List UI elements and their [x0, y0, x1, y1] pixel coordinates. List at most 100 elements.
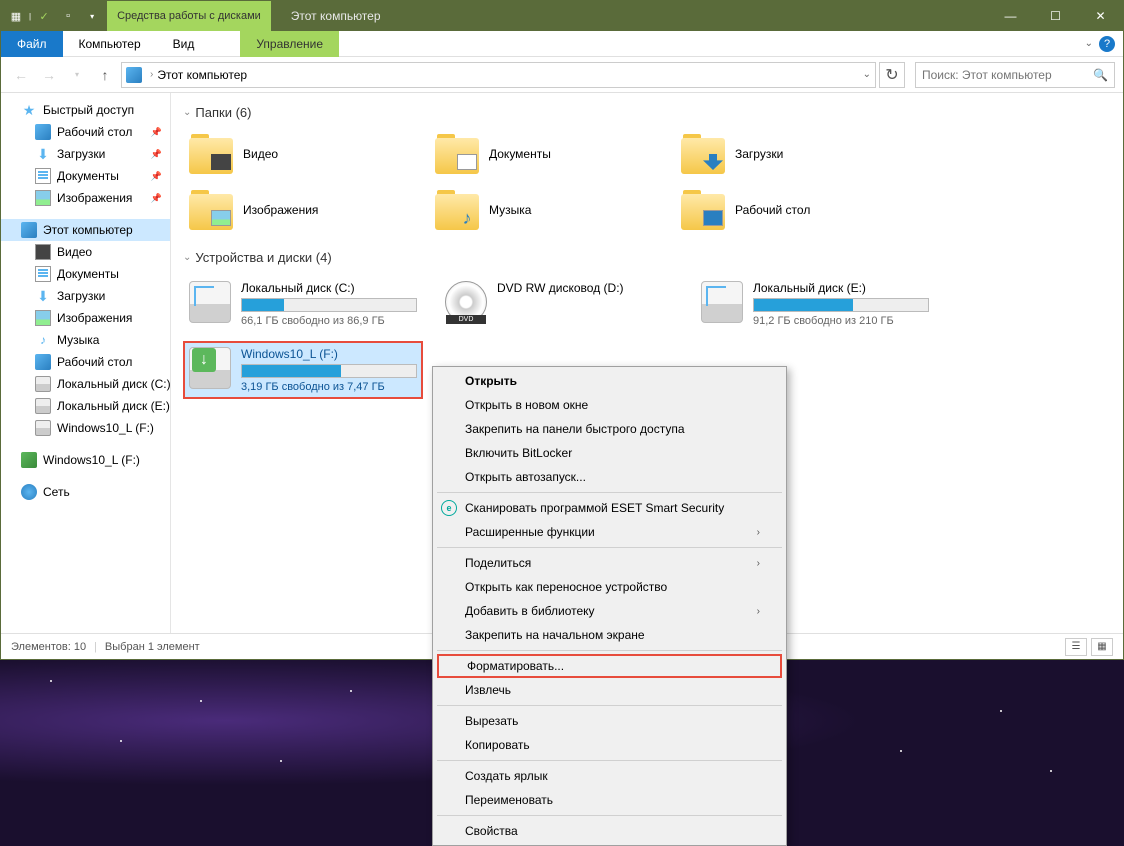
eset-icon: e [441, 500, 457, 516]
drive-icon [35, 420, 51, 436]
separator [437, 760, 782, 761]
usb-icon [21, 452, 37, 468]
ctx-share[interactable]: Поделиться› [435, 551, 784, 575]
ctx-properties[interactable]: Свойства [435, 819, 784, 843]
folder-videos[interactable]: Видео [183, 130, 413, 178]
nav-history-dropdown[interactable]: ▾ [65, 63, 89, 87]
qat-new-icon[interactable]: ▫ [57, 5, 79, 27]
status-item-count: Элементов: 10 [11, 641, 86, 653]
nav-forward-button[interactable]: → [37, 63, 61, 87]
ctx-pin-quick-access[interactable]: Закрепить на панели быстрого доступа [435, 417, 784, 441]
folder-icon [187, 134, 235, 174]
ctx-advanced[interactable]: Расширенные функции› [435, 520, 784, 544]
sidebar-documents-pc[interactable]: Документы [1, 263, 170, 285]
search-input[interactable] [922, 68, 1093, 82]
view-details-button[interactable]: ☰ [1065, 638, 1087, 656]
quick-access-toolbar: ▦ | ✓ ▫ ▾ [1, 5, 107, 27]
ctx-pin-start[interactable]: Закрепить на начальном экране [435, 623, 784, 647]
ctx-open-new-window[interactable]: Открыть в новом окне [435, 393, 784, 417]
download-icon: ⬇ [35, 288, 51, 304]
sidebar-quick-access[interactable]: ★Быстрый доступ [1, 99, 170, 121]
drive-local-c[interactable]: Локальный диск (C:) 66,1 ГБ свободно из … [183, 275, 423, 333]
ctx-cut[interactable]: Вырезать [435, 709, 784, 733]
separator [437, 650, 782, 651]
sidebar-pictures-pc[interactable]: Изображения [1, 307, 170, 329]
ctx-bitlocker[interactable]: Включить BitLocker [435, 441, 784, 465]
ctx-add-library[interactable]: Добавить в библиотеку› [435, 599, 784, 623]
qat-properties-icon[interactable]: ▦ [5, 5, 27, 27]
ctx-portable-device[interactable]: Открыть как переносное устройство [435, 575, 784, 599]
folder-desktop[interactable]: Рабочий стол [675, 186, 905, 234]
ctx-eject[interactable]: Извлечь [435, 678, 784, 702]
ctx-eset-scan[interactable]: eСканировать программой ESET Smart Secur… [435, 496, 784, 520]
folder-music[interactable]: ♪Музыка [429, 186, 659, 234]
context-menu: Открыть Открыть в новом окне Закрепить н… [432, 366, 787, 846]
sidebar-local-c[interactable]: Локальный диск (C:) [1, 373, 170, 395]
nav-up-button[interactable]: ↑ [93, 63, 117, 87]
help-icon[interactable]: ? [1099, 36, 1115, 52]
drive-local-e[interactable]: Локальный диск (E:) 91,2 ГБ свободно из … [695, 275, 935, 333]
ribbon-tab-manage[interactable]: Управление [240, 31, 339, 57]
pin-icon: 📌 [151, 171, 162, 182]
ctx-autoplay[interactable]: Открыть автозапуск... [435, 465, 784, 489]
minimize-button[interactable]: — [988, 1, 1033, 31]
search-icon[interactable]: 🔍 [1093, 68, 1108, 82]
sidebar-local-e[interactable]: Локальный диск (E:) [1, 395, 170, 417]
document-icon [35, 266, 51, 282]
ctx-copy[interactable]: Копировать [435, 733, 784, 757]
dvd-icon [445, 281, 487, 323]
sidebar-downloads-pc[interactable]: ⬇Загрузки [1, 285, 170, 307]
ctx-format[interactable]: Форматировать... [437, 654, 782, 678]
folder-pictures[interactable]: Изображения [183, 186, 413, 234]
sidebar-network[interactable]: Сеть [1, 481, 170, 503]
sidebar-documents[interactable]: Документы📌 [1, 165, 170, 187]
ribbon-tab-file[interactable]: Файл [1, 31, 63, 57]
group-devices[interactable]: ⌄Устройства и диски (4) [183, 250, 1111, 265]
addressbar[interactable]: › Этот компьютер ⌄ [121, 62, 876, 88]
chevron-right-icon: › [757, 558, 760, 569]
pc-icon [21, 222, 37, 238]
sidebar-windows10-f-usb[interactable]: Windows10_L (F:) [1, 449, 170, 471]
refresh-button[interactable]: ↻ [879, 62, 905, 88]
ribbon-tab-view[interactable]: Вид [157, 31, 211, 57]
titlebar[interactable]: ▦ | ✓ ▫ ▾ Средства работы с дисками Этот… [1, 1, 1123, 31]
sidebar-videos[interactable]: Видео [1, 241, 170, 263]
close-button[interactable]: ✕ [1078, 1, 1123, 31]
chevron-right-icon[interactable]: › [150, 69, 153, 80]
sidebar-pictures[interactable]: Изображения📌 [1, 187, 170, 209]
qat-dropdown-icon[interactable]: ▾ [81, 5, 103, 27]
sidebar-windows10-f[interactable]: Windows10_L (F:) [1, 417, 170, 439]
sidebar-desktop-pc[interactable]: Рабочий стол [1, 351, 170, 373]
folder-downloads[interactable]: Загрузки [675, 130, 905, 178]
storage-bar [753, 298, 929, 312]
view-large-button[interactable]: ▦ [1091, 638, 1113, 656]
ribbon-tab-computer[interactable]: Компьютер [63, 31, 157, 57]
addressbar-location[interactable]: Этот компьютер [157, 68, 247, 82]
sidebar-downloads[interactable]: ⬇Загрузки📌 [1, 143, 170, 165]
sidebar-music[interactable]: ♪Музыка [1, 329, 170, 351]
status-selected: Выбран 1 элемент [105, 641, 200, 653]
addressbar-dropdown-icon[interactable]: ⌄ [863, 69, 871, 80]
ribbon-expand-icon[interactable]: ⌄ [1085, 38, 1093, 49]
sidebar-this-pc[interactable]: Этот компьютер [1, 219, 170, 241]
drive-icon [35, 398, 51, 414]
drive-windows10-f[interactable]: Windows10_L (F:) 3,19 ГБ свободно из 7,4… [183, 341, 423, 399]
nav-back-button[interactable]: ← [9, 63, 33, 87]
ctx-open[interactable]: Открыть [435, 369, 784, 393]
navigation-pane: ★Быстрый доступ Рабочий стол📌 ⬇Загрузки📌… [1, 93, 171, 633]
ctx-create-shortcut[interactable]: Создать ярлык [435, 764, 784, 788]
folder-icon [187, 190, 235, 230]
chevron-down-icon: ⌄ [183, 107, 191, 118]
sidebar-desktop[interactable]: Рабочий стол📌 [1, 121, 170, 143]
drive-dvd[interactable]: DVD RW дисковод (D:) [439, 275, 679, 333]
qat-check-icon[interactable]: ✓ [33, 5, 55, 27]
group-folders[interactable]: ⌄Папки (6) [183, 105, 1111, 120]
folder-icon [679, 134, 727, 174]
folder-icon: ♪ [433, 190, 481, 230]
ctx-rename[interactable]: Переименовать [435, 788, 784, 812]
drive-icon [35, 376, 51, 392]
search-box[interactable]: 🔍 [915, 62, 1115, 88]
separator [437, 815, 782, 816]
maximize-button[interactable]: ☐ [1033, 1, 1078, 31]
folder-documents[interactable]: Документы [429, 130, 659, 178]
